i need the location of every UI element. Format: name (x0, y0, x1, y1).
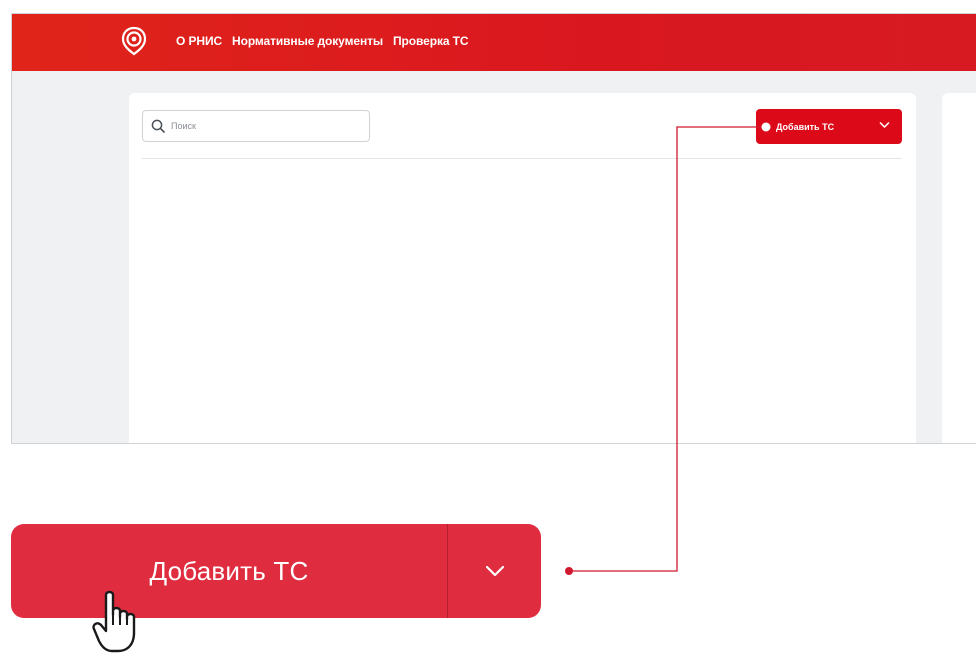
search-input[interactable] (171, 121, 351, 131)
side-panel (942, 93, 976, 443)
main-nav: О РНИС Нормативные документы Проверка ТС (176, 34, 469, 48)
hand-pointer-icon (92, 590, 136, 653)
add-vehicle-label-enlarged: Добавить ТС (149, 555, 309, 586)
chevron-down-icon[interactable] (879, 121, 890, 129)
nav-item-about[interactable]: О РНИС (176, 34, 222, 48)
nav-item-vehicle-check[interactable]: Проверка ТС (393, 34, 469, 48)
top-navigation-bar: О РНИС Нормативные документы Проверка ТС (12, 14, 976, 71)
search-box[interactable] (142, 110, 370, 142)
app-screenshot: О РНИС Нормативные документы Проверка ТС… (11, 13, 976, 444)
dropdown-toggle[interactable] (448, 524, 541, 618)
rnis-logo-icon[interactable] (121, 26, 147, 56)
add-vehicle-label: Добавить ТС (776, 121, 835, 132)
panel-divider (142, 158, 902, 159)
chevron-down-icon (485, 565, 504, 577)
add-vehicle-button[interactable]: Добавить ТС (756, 109, 902, 144)
add-vehicle-button-enlarged[interactable]: Добавить ТС (11, 524, 541, 618)
nav-item-regulations[interactable]: Нормативные документы (232, 34, 383, 48)
search-icon (151, 119, 165, 133)
vehicles-panel: Добавить ТС (129, 93, 916, 443)
